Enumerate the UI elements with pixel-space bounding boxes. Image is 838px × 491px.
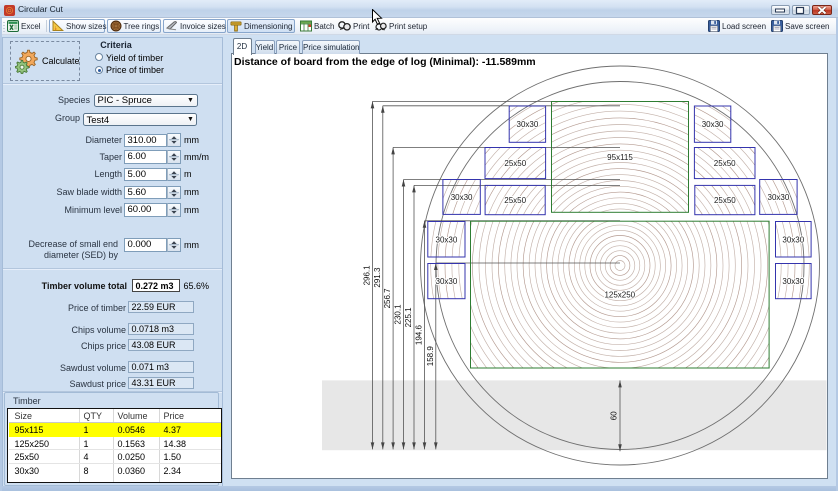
svg-text:25x50: 25x50 <box>504 196 526 205</box>
svg-text:291.3: 291.3 <box>373 267 382 288</box>
svg-text:25x50: 25x50 <box>714 159 736 168</box>
svg-text:230.1: 230.1 <box>394 304 403 325</box>
svg-text:225.1: 225.1 <box>404 307 413 328</box>
svg-text:256.7: 256.7 <box>383 288 392 309</box>
svg-text:60: 60 <box>610 411 619 420</box>
svg-text:30x30: 30x30 <box>436 235 458 244</box>
svg-text:30x30: 30x30 <box>517 120 539 129</box>
svg-text:30x30: 30x30 <box>451 193 473 202</box>
svg-text:30x30: 30x30 <box>436 277 458 286</box>
svg-text:194.6: 194.6 <box>415 325 424 346</box>
svg-text:25x50: 25x50 <box>504 159 526 168</box>
svg-text:95x115: 95x115 <box>607 153 633 162</box>
svg-text:125x250: 125x250 <box>604 291 635 300</box>
svg-text:30x30: 30x30 <box>702 120 724 129</box>
svg-text:30x30: 30x30 <box>782 277 804 286</box>
svg-text:30x30: 30x30 <box>768 193 790 202</box>
svg-text:30x30: 30x30 <box>782 235 804 244</box>
svg-text:158.9: 158.9 <box>426 346 435 367</box>
svg-text:296.1: 296.1 <box>363 265 372 286</box>
svg-text:25x50: 25x50 <box>714 196 736 205</box>
